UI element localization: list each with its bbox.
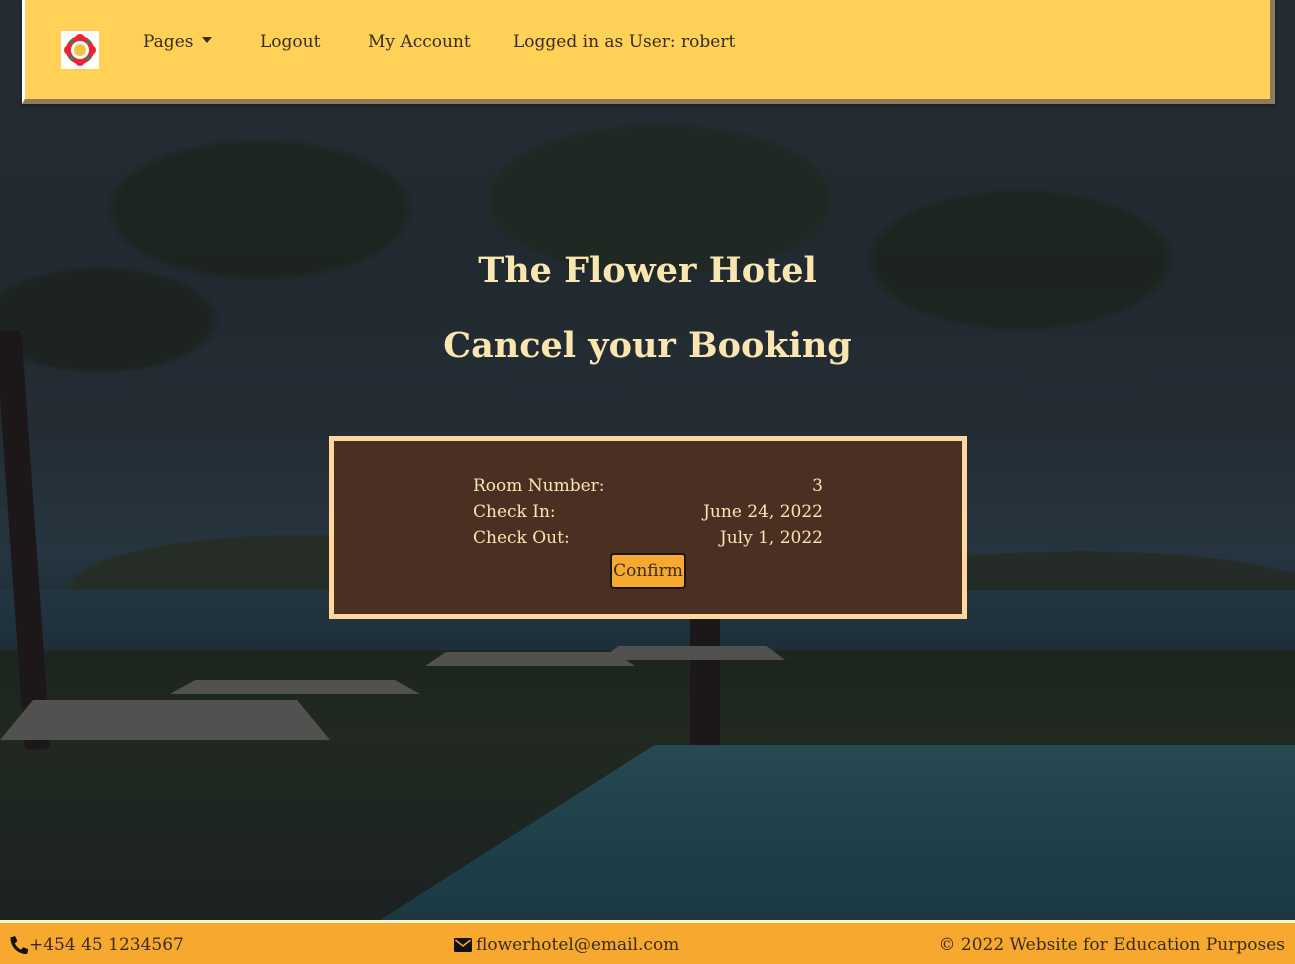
check-out-row: Check Out: July 1, 2022	[473, 526, 823, 550]
confirm-button[interactable]: Confirm	[610, 553, 686, 589]
room-number-value: 3	[812, 476, 823, 496]
room-number-row: Room Number: 3	[473, 474, 823, 498]
pages-dropdown[interactable]: Pages	[143, 30, 213, 54]
check-in-value: June 24, 2022	[703, 502, 823, 522]
copyright-text: © 2022 Website for Education Purposes	[938, 935, 1285, 955]
logged-in-user-text: Logged in as User: robert	[513, 32, 736, 52]
room-number-label: Room Number:	[473, 476, 605, 496]
check-in-row: Check In: June 24, 2022	[473, 500, 823, 524]
page-heading: Cancel your Booking	[443, 325, 852, 366]
phone-number: +454 45 1234567	[29, 935, 184, 955]
phone-icon	[10, 936, 29, 954]
top-navbar: Pages Logout My Account Logged in as Use…	[22, 0, 1275, 104]
my-account-link[interactable]: My Account	[368, 30, 471, 54]
site-title: The Flower Hotel	[478, 250, 817, 291]
footer-phone[interactable]: +454 45 1234567	[10, 934, 184, 956]
check-out-label: Check Out:	[473, 528, 570, 548]
email-address: flowerhotel@email.com	[476, 935, 680, 955]
booking-cancel-card: Room Number: 3 Check In: June 24, 2022 C…	[329, 436, 967, 619]
pages-dropdown-label: Pages	[143, 32, 194, 52]
flower-logo-icon[interactable]	[61, 31, 99, 69]
footer-email[interactable]: flowerhotel@email.com	[454, 934, 679, 956]
site-footer: +454 45 1234567 flowerhotel@email.com © …	[0, 920, 1295, 964]
logout-link[interactable]: Logout	[260, 30, 320, 54]
check-out-value: July 1, 2022	[719, 528, 823, 548]
caret-down-icon	[202, 37, 213, 43]
envelope-icon	[454, 938, 472, 952]
check-in-label: Check In:	[473, 502, 556, 522]
